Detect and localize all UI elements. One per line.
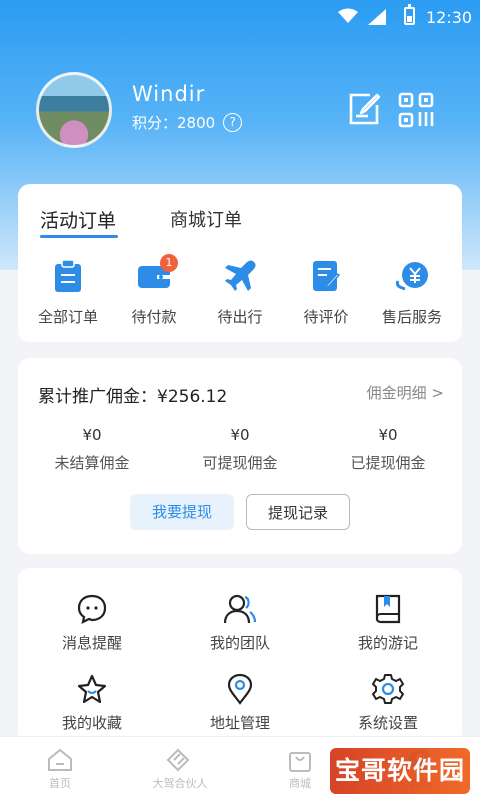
nav-home-label: 首页 [49, 777, 71, 790]
order-after-sales-label: 售后服务 [381, 308, 442, 326]
star-icon [77, 674, 107, 704]
commission-total: 累计推广佣金：¥256.12 [38, 387, 228, 407]
shortcut-favorites-label: 我的收藏 [61, 714, 122, 732]
withdraw-records-button[interactable]: 提现记录 [246, 494, 350, 530]
partner-icon [166, 748, 190, 772]
status-time: 12:30 [426, 8, 473, 27]
tab-mall-orders[interactable]: 商城订单 [170, 206, 242, 232]
commission-unsettled: ¥0 未结算佣金 [18, 426, 166, 473]
points-row: 积分：2800 ? [132, 112, 243, 133]
wifi-icon [338, 8, 358, 23]
commission-unsettled-value: ¥0 [82, 426, 102, 444]
order-all[interactable]: 全部订单 [24, 256, 112, 327]
review-icon [313, 261, 341, 291]
shortcut-travel-notes[interactable]: 我的游记 [314, 592, 462, 653]
status-bar: 12:30 [0, 0, 480, 34]
order-pending-review-label: 待评价 [303, 308, 349, 326]
service-icon [395, 262, 428, 291]
pending-payment-badge: 1 [160, 254, 178, 272]
watermark-logo: 宝哥软件园 [330, 748, 470, 794]
order-all-label: 全部订单 [37, 308, 98, 326]
shop-bag-icon [289, 752, 311, 772]
withdraw-button[interactable]: 我要提现 [130, 494, 234, 530]
nav-home[interactable]: 首页 [0, 745, 120, 791]
shortcut-travel-notes-label: 我的游记 [357, 634, 418, 652]
shortcut-settings[interactable]: 系统设置 [314, 672, 462, 733]
home-icon [48, 748, 72, 771]
nav-partner-label: 大驾合伙人 [152, 777, 208, 790]
order-pending-travel[interactable]: 待出行 [196, 256, 284, 327]
help-icon[interactable]: ? [223, 113, 243, 132]
order-pending-travel-label: 待出行 [217, 308, 263, 326]
order-pending-payment[interactable]: 1 待付款 [110, 254, 198, 327]
shortcut-address[interactable]: 地址管理 [166, 672, 314, 733]
shortcuts-card: 消息提醒 我的团队 我的游记 我的收藏 地址管理 系统设置 [18, 568, 462, 744]
signal-icon [368, 9, 386, 25]
commission-withdrawn: ¥0 已提现佣金 [314, 426, 462, 473]
shortcut-settings-label: 系统设置 [357, 714, 418, 732]
commission-withdrawn-label: 已提现佣金 [350, 454, 426, 472]
order-pending-review[interactable]: 待评价 [282, 256, 370, 327]
qr-scan-icon[interactable] [398, 92, 434, 128]
shortcut-messages[interactable]: 消息提醒 [18, 592, 166, 653]
shortcut-favorites[interactable]: 我的收藏 [18, 672, 166, 733]
orders-card: 活动订单 商城订单 全部订单 1 待付款 待出行 待评价 售后服务 [18, 184, 462, 342]
points-label: 积分：2800 [132, 114, 216, 132]
tab-active-orders[interactable]: 活动订单 [40, 206, 119, 238]
commission-unsettled-label: 未结算佣金 [54, 454, 130, 472]
commission-card: 累计推广佣金：¥256.12 佣金明细 > ¥0 未结算佣金 ¥0 可提现佣金 … [18, 358, 462, 554]
shortcut-team-label: 我的团队 [209, 634, 270, 652]
settings-icon [372, 674, 404, 704]
location-icon [227, 673, 253, 705]
order-after-sales[interactable]: 售后服务 [368, 256, 456, 327]
clipboard-icon [55, 259, 81, 292]
commission-detail-link[interactable]: 佣金明细 > [367, 382, 444, 403]
avatar[interactable] [36, 72, 112, 148]
commission-withdrawn-value: ¥0 [378, 426, 398, 444]
message-icon [77, 594, 107, 624]
commission-withdrawable-label: 可提现佣金 [202, 454, 278, 472]
shortcut-messages-label: 消息提醒 [61, 634, 122, 652]
order-pending-payment-label: 待付款 [131, 308, 177, 326]
battery-icon [404, 4, 415, 25]
nav-partner[interactable]: 大驾合伙人 [120, 745, 240, 791]
commission-withdrawable-value: ¥0 [230, 426, 250, 444]
team-icon [223, 594, 257, 624]
shortcut-address-label: 地址管理 [209, 714, 270, 732]
points-value: 2800 [177, 114, 216, 132]
edit-icon[interactable] [348, 92, 382, 126]
username: Windir [132, 82, 206, 106]
commission-withdrawable: ¥0 可提现佣金 [166, 426, 314, 473]
book-icon [375, 594, 401, 624]
shortcut-team[interactable]: 我的团队 [166, 592, 314, 653]
airplane-icon [225, 260, 256, 291]
